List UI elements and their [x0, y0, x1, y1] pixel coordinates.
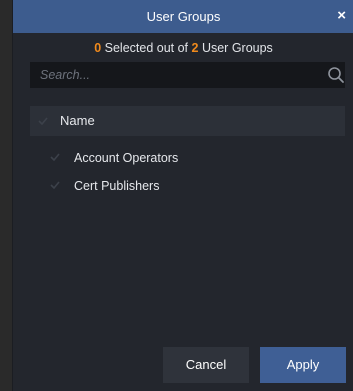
list-item-account-operators[interactable]: Account Operators	[30, 146, 345, 170]
dialog-titlebar: User Groups ×	[13, 0, 353, 33]
list-item-label: Cert Publishers	[74, 179, 160, 193]
checkmark-icon[interactable]	[50, 181, 60, 189]
column-header-name[interactable]: Name	[60, 106, 95, 136]
apply-button[interactable]: Apply	[260, 347, 346, 383]
list-item-label: Account Operators	[74, 151, 179, 165]
dialog-title: User Groups	[146, 9, 221, 24]
total-count: 2	[191, 41, 199, 55]
checkmark-icon[interactable]	[50, 153, 60, 161]
selected-text: Selected out of	[104, 41, 189, 55]
close-icon[interactable]: ×	[337, 0, 346, 33]
search-icon[interactable]	[327, 66, 345, 84]
user-groups-dialog: User Groups × 0 Selected out of 2 User G…	[12, 0, 353, 391]
selected-count: 0	[94, 41, 102, 55]
selection-summary: 0 Selected out of 2 User Groups	[13, 40, 353, 56]
cancel-button[interactable]: Cancel	[163, 347, 249, 383]
search-box	[30, 62, 345, 88]
select-all-checkmark-icon[interactable]	[38, 117, 48, 125]
total-text: User Groups	[201, 41, 273, 55]
list-item-cert-publishers[interactable]: Cert Publishers	[30, 174, 345, 198]
list-header: Name	[30, 106, 345, 136]
search-input[interactable]	[30, 62, 320, 88]
